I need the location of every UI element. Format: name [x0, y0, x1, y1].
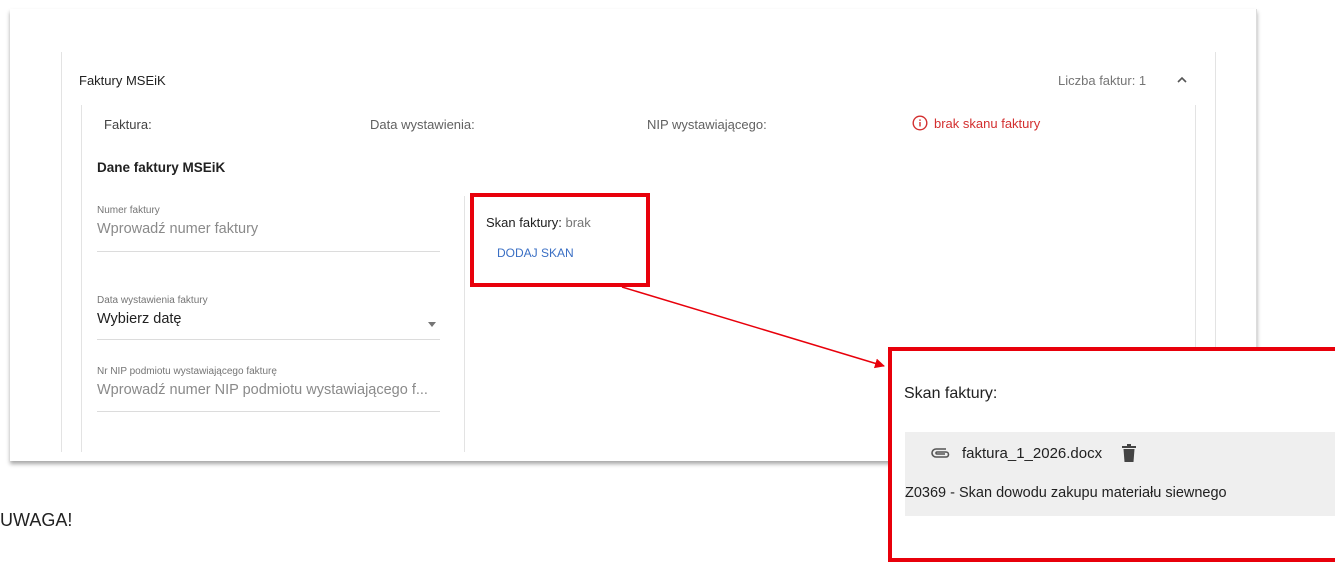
dropdown-arrow-icon[interactable] [428, 322, 436, 327]
invoice-count: Liczba faktur: 1 [1058, 73, 1147, 88]
paperclip-icon [931, 448, 950, 458]
trash-icon[interactable] [1122, 444, 1137, 462]
header-nip: NIP wystawiającego: [647, 117, 767, 132]
invoice-number-input[interactable]: Wprowadź numer faktury [97, 221, 440, 237]
highlight-box [470, 193, 650, 287]
invoice-number-label: Numer faktury [97, 205, 160, 216]
file-description: Z0369 - Skan dowodu zakupu materiału sie… [905, 485, 1227, 501]
nip-label: Nr NIP podmiotu wystawiającego fakturę [97, 366, 277, 377]
nip-field[interactable]: Nr NIP podmiotu wystawiającego fakturę W… [97, 366, 440, 412]
header-faktura: Faktura: [104, 117, 152, 132]
issue-date-value[interactable]: Wybierz datę [97, 311, 440, 327]
column-divider [464, 196, 465, 452]
missing-scan-warning: brak skanu faktury [912, 115, 1040, 131]
invoice-number-field[interactable]: Numer faktury Wprowadź numer faktury [97, 205, 440, 252]
warning-text: brak skanu faktury [934, 115, 1041, 131]
issue-date-select[interactable]: Data wystawienia faktury Wybierz datę [97, 295, 440, 340]
info-icon [912, 115, 928, 131]
issue-date-label: Data wystawienia faktury [97, 295, 208, 306]
attached-file[interactable]: faktura_1_2026.docx [930, 444, 1137, 462]
file-name[interactable]: faktura_1_2026.docx [962, 445, 1102, 462]
zoom-scan-title: Skan faktury: [904, 385, 998, 402]
chevron-up-icon[interactable] [1175, 73, 1189, 87]
header-data-wystawienia: Data wystawienia: [370, 117, 475, 132]
nip-input[interactable]: Wprowadź numer NIP podmiotu wystawiające… [97, 382, 440, 398]
section-title: Dane faktury MSEiK [97, 160, 226, 175]
note-heading: UWAGA! [0, 510, 73, 530]
panel-title[interactable]: Faktury MSEiK [79, 73, 166, 88]
